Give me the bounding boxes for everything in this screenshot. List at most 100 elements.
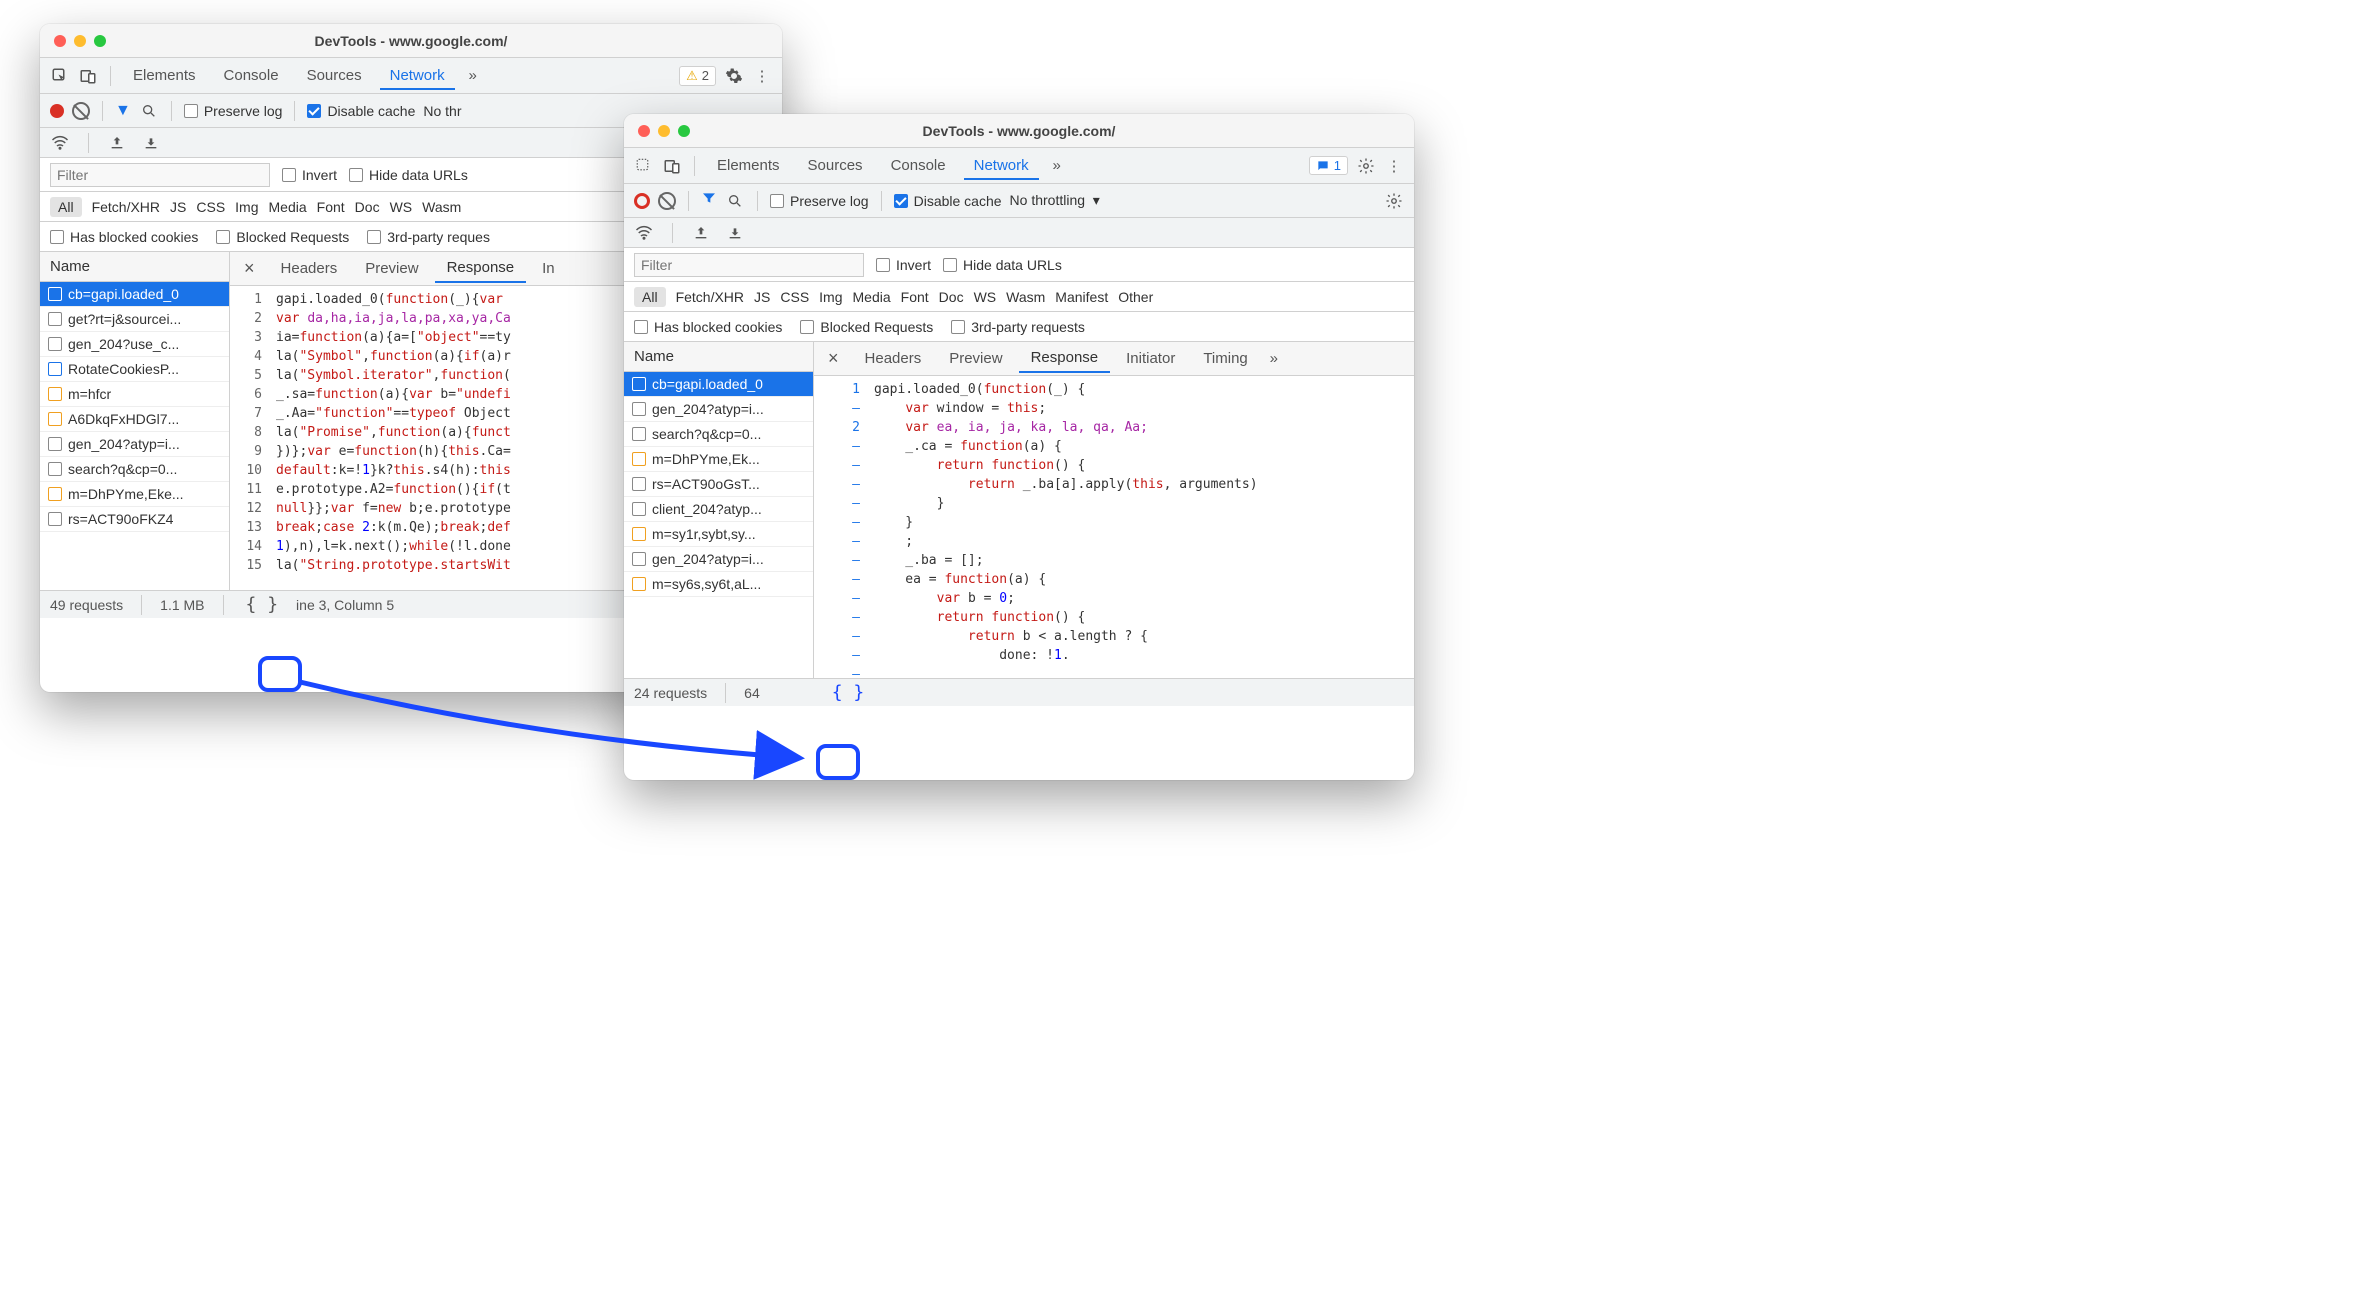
- name-column-header[interactable]: Name: [624, 342, 813, 372]
- tab-network[interactable]: Network: [964, 151, 1039, 180]
- blocked-cookies-checkbox[interactable]: Has blocked cookies: [50, 229, 198, 245]
- throttling-select[interactable]: No thr: [423, 103, 461, 119]
- close-panel-button[interactable]: ×: [818, 344, 849, 373]
- maximize-window-button[interactable]: [678, 125, 690, 137]
- tab-response[interactable]: Response: [1019, 344, 1111, 373]
- tab-sources[interactable]: Sources: [798, 151, 873, 180]
- hide-data-urls-checkbox[interactable]: Hide data URLs: [349, 167, 468, 183]
- clear-button[interactable]: [72, 102, 90, 120]
- request-row[interactable]: m=DhPYme,Eke...: [40, 482, 229, 507]
- maximize-window-button[interactable]: [94, 35, 106, 47]
- tab-console[interactable]: Console: [214, 61, 289, 90]
- invert-checkbox[interactable]: Invert: [876, 257, 931, 273]
- minimize-window-button[interactable]: [74, 35, 86, 47]
- tab-elements[interactable]: Elements: [707, 151, 790, 180]
- message-badge[interactable]: 1: [1309, 156, 1348, 175]
- device-toggle-icon[interactable]: [78, 66, 98, 86]
- blocked-cookies-checkbox[interactable]: Has blocked cookies: [634, 319, 782, 335]
- network-conditions-icon[interactable]: [634, 223, 654, 243]
- clear-button[interactable]: [658, 192, 676, 210]
- type-other[interactable]: Other: [1118, 289, 1153, 305]
- request-row[interactable]: rs=ACT90oFKZ4: [40, 507, 229, 532]
- filter-input[interactable]: [50, 163, 270, 187]
- request-row[interactable]: RotateCookiesP...: [40, 357, 229, 382]
- preserve-log-checkbox[interactable]: Preserve log: [770, 193, 869, 209]
- tab-initiator-cut[interactable]: In: [530, 255, 567, 282]
- request-row[interactable]: m=DhPYme,Ek...: [624, 447, 813, 472]
- download-har-icon[interactable]: [141, 133, 161, 153]
- request-row[interactable]: rs=ACT90oGsT...: [624, 472, 813, 497]
- code-body[interactable]: gapi.loaded_0(function(_) { var window =…: [868, 376, 1414, 678]
- third-party-checkbox[interactable]: 3rd-party reques: [367, 229, 490, 245]
- type-fetch[interactable]: Fetch/XHR: [92, 199, 160, 215]
- tab-initiator[interactable]: Initiator: [1114, 345, 1187, 372]
- request-row[interactable]: m=sy1r,sybt,sy...: [624, 522, 813, 547]
- type-all[interactable]: All: [50, 197, 82, 217]
- request-row[interactable]: A6DkqFxHDGl7...: [40, 407, 229, 432]
- tab-headers[interactable]: Headers: [853, 345, 934, 372]
- request-row[interactable]: cb=gapi.loaded_0: [624, 372, 813, 397]
- inspect-icon[interactable]: [634, 156, 654, 176]
- request-row[interactable]: m=hfcr: [40, 382, 229, 407]
- type-img[interactable]: Img: [235, 199, 258, 215]
- blocked-requests-checkbox[interactable]: Blocked Requests: [216, 229, 349, 245]
- record-button[interactable]: [634, 193, 650, 209]
- inspect-icon[interactable]: [50, 66, 70, 86]
- more-tabs-icon[interactable]: »: [463, 66, 483, 86]
- tab-headers[interactable]: Headers: [269, 255, 350, 282]
- close-window-button[interactable]: [638, 125, 650, 137]
- minimize-window-button[interactable]: [658, 125, 670, 137]
- type-wasm[interactable]: Wasm: [1006, 289, 1045, 305]
- type-js[interactable]: JS: [170, 199, 186, 215]
- type-ws[interactable]: WS: [974, 289, 997, 305]
- type-css[interactable]: CSS: [780, 289, 809, 305]
- more-tabs-icon[interactable]: »: [1264, 349, 1284, 369]
- filter-toggle-icon[interactable]: ▼: [115, 102, 131, 120]
- type-doc[interactable]: Doc: [355, 199, 380, 215]
- third-party-checkbox[interactable]: 3rd-party requests: [951, 319, 1085, 335]
- tab-network[interactable]: Network: [380, 61, 455, 90]
- kebab-menu-icon[interactable]: ⋮: [752, 66, 772, 86]
- request-row[interactable]: client_204?atyp...: [624, 497, 813, 522]
- tab-elements[interactable]: Elements: [123, 61, 206, 90]
- type-img[interactable]: Img: [819, 289, 842, 305]
- hide-data-urls-checkbox[interactable]: Hide data URLs: [943, 257, 1062, 273]
- request-row[interactable]: gen_204?use_c...: [40, 332, 229, 357]
- type-media[interactable]: Media: [853, 289, 891, 305]
- search-icon[interactable]: [725, 191, 745, 211]
- invert-checkbox[interactable]: Invert: [282, 167, 337, 183]
- tab-preview[interactable]: Preview: [937, 345, 1014, 372]
- request-row[interactable]: get?rt=j&sourcei...: [40, 307, 229, 332]
- settings-icon[interactable]: [724, 66, 744, 86]
- tab-response[interactable]: Response: [435, 254, 527, 283]
- type-ws[interactable]: WS: [390, 199, 413, 215]
- request-row[interactable]: search?q&cp=0...: [40, 457, 229, 482]
- throttling-select[interactable]: No throttling ▾: [1010, 192, 1100, 209]
- warning-badge[interactable]: 2: [679, 66, 716, 86]
- type-doc[interactable]: Doc: [939, 289, 964, 305]
- type-wasm[interactable]: Wasm: [422, 199, 461, 215]
- filter-toggle-icon[interactable]: [701, 190, 717, 211]
- kebab-menu-icon[interactable]: ⋮: [1384, 156, 1404, 176]
- type-media[interactable]: Media: [269, 199, 307, 215]
- request-row[interactable]: m=sy6s,sy6t,aL...: [624, 572, 813, 597]
- upload-har-icon[interactable]: [107, 133, 127, 153]
- name-column-header[interactable]: Name: [40, 252, 229, 282]
- device-toggle-icon[interactable]: [662, 156, 682, 176]
- record-button[interactable]: [50, 104, 64, 118]
- tab-console[interactable]: Console: [881, 151, 956, 180]
- request-row[interactable]: gen_204?atyp=i...: [624, 397, 813, 422]
- network-conditions-icon[interactable]: [50, 133, 70, 153]
- tab-sources[interactable]: Sources: [297, 61, 372, 90]
- disable-cache-checkbox[interactable]: Disable cache: [307, 103, 415, 119]
- type-css[interactable]: CSS: [196, 199, 225, 215]
- pretty-print-button[interactable]: { }: [828, 682, 869, 703]
- network-settings-icon[interactable]: [1384, 191, 1404, 211]
- search-icon[interactable]: [139, 101, 159, 121]
- type-all[interactable]: All: [634, 287, 666, 307]
- tab-timing[interactable]: Timing: [1191, 345, 1259, 372]
- request-row[interactable]: search?q&cp=0...: [624, 422, 813, 447]
- tab-preview[interactable]: Preview: [353, 255, 430, 282]
- close-window-button[interactable]: [54, 35, 66, 47]
- request-row[interactable]: gen_204?atyp=i...: [40, 432, 229, 457]
